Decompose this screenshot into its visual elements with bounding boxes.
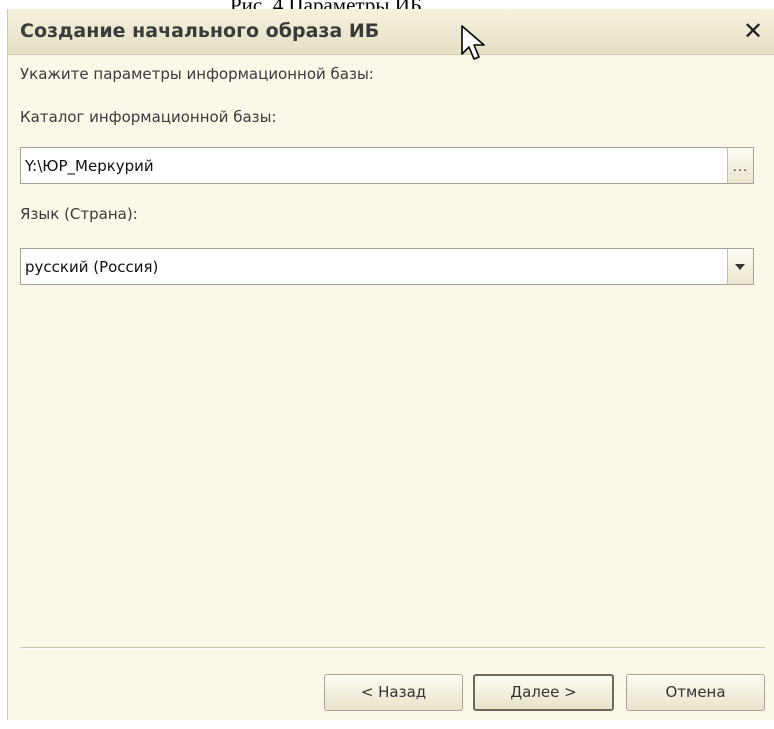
catalog-field[interactable]: Y:\ЮР_Меркурий ... bbox=[20, 147, 754, 184]
close-icon[interactable]: ✕ bbox=[739, 17, 767, 45]
title-bar[interactable]: Создание начального образа ИБ ✕ bbox=[8, 9, 774, 55]
ellipsis-icon: ... bbox=[732, 160, 749, 175]
mouse-pointer-icon bbox=[461, 25, 485, 60]
create-initial-image-dialog: Создание начального образа ИБ ✕ Укажите … bbox=[7, 9, 774, 720]
browse-button[interactable]: ... bbox=[727, 148, 753, 183]
next-button[interactable]: Далее > bbox=[473, 674, 614, 711]
chevron-down-icon bbox=[735, 264, 745, 270]
catalog-label: Каталог информационной базы: bbox=[20, 108, 277, 126]
language-select[interactable]: русский (Россия) bbox=[20, 248, 754, 285]
language-label: Язык (Страна): bbox=[20, 205, 138, 223]
footer-separator bbox=[20, 647, 765, 649]
instruction-label: Укажите параметры информационной базы: bbox=[20, 65, 374, 83]
catalog-input[interactable]: Y:\ЮР_Меркурий bbox=[25, 157, 154, 175]
dialog-title: Создание начального образа ИБ bbox=[20, 20, 380, 42]
cancel-button[interactable]: Отмена bbox=[626, 674, 765, 711]
language-dropdown-button[interactable] bbox=[727, 249, 753, 284]
language-value: русский (Россия) bbox=[25, 258, 159, 276]
back-button[interactable]: < Назад bbox=[324, 674, 463, 711]
